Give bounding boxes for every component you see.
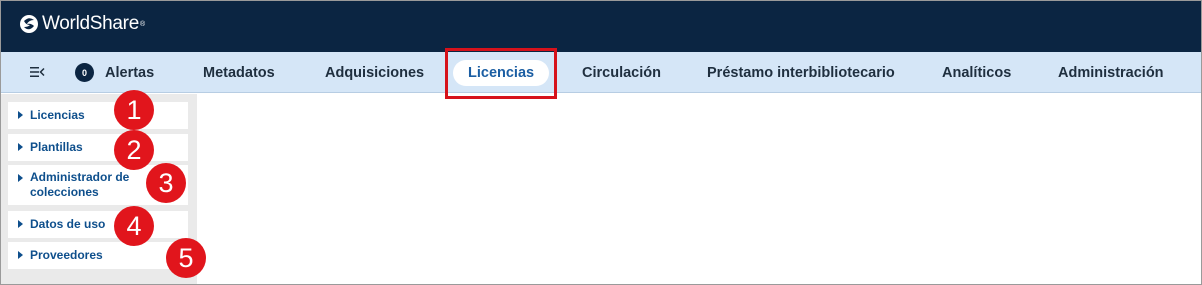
callout-number-5: 5 (166, 238, 206, 278)
sidebar-item-label: Datos de uso (30, 217, 106, 231)
sidebar-item-plantillas[interactable]: Plantillas (8, 134, 188, 161)
callout-number-1: 1 (114, 90, 154, 130)
worldshare-logo[interactable]: WorldShare ® (19, 13, 145, 35)
nav-metadatos[interactable]: Metadatos (203, 52, 275, 93)
alerts-count-badge: 0 (75, 63, 94, 82)
nav-prestamo-label: Préstamo interbibliotecario (707, 64, 895, 81)
nav-analiticos-label: Analíticos (942, 64, 1012, 81)
expand-caret-icon (18, 174, 23, 182)
brand-name: WorldShare (42, 13, 139, 34)
sidebar-item-label-line2: colecciones (30, 185, 99, 199)
nav-alerts[interactable]: 0 Alertas (75, 52, 154, 93)
expand-caret-icon (18, 220, 23, 228)
nav-metadatos-label: Metadatos (203, 64, 275, 81)
sidebar-item-label: Proveedores (30, 248, 103, 262)
sidebar-item-proveedores[interactable]: Proveedores (8, 242, 188, 269)
nav-circulacion-label: Circulación (582, 64, 661, 81)
nav-adquisiciones-label: Adquisiciones (325, 64, 425, 81)
callout-number-4: 4 (114, 206, 154, 246)
expand-caret-icon (18, 143, 23, 151)
brand-registered-mark: ® (139, 20, 145, 28)
collapse-menu-icon[interactable] (29, 65, 45, 79)
nav-administracion[interactable]: Administración (1058, 52, 1164, 93)
nav-adquisiciones[interactable]: Adquisiciones (325, 52, 424, 93)
sidebar-item-licencias[interactable]: Licencias (8, 102, 188, 129)
expand-caret-icon (18, 251, 23, 259)
top-bar: WorldShare ® (1, 1, 1201, 52)
sidebar-item-datos-de-uso[interactable]: Datos de uso (8, 211, 188, 238)
sidebar-item-label: Licencias (30, 108, 85, 122)
nav-circulacion[interactable]: Circulación (582, 52, 661, 93)
sidebar-item-label-line1: Administrador de (30, 170, 130, 184)
nav-prestamo-interbibliotecario[interactable]: Préstamo interbibliotecario (707, 52, 895, 93)
callout-number-3: 3 (146, 163, 186, 203)
active-tab-highlight-box (445, 48, 557, 99)
callout-number-2: 2 (114, 130, 154, 170)
worldshare-logo-icon (20, 15, 38, 33)
sidebar-item-label: Plantillas (30, 140, 83, 154)
nav-administracion-label: Administración (1058, 64, 1164, 81)
nav-analiticos[interactable]: Analíticos (942, 52, 1011, 93)
main-navigation: 0 Alertas Metadatos Adquisiciones Licenc… (1, 52, 1201, 93)
expand-caret-icon (18, 111, 23, 119)
nav-alerts-label: Alertas (105, 64, 155, 81)
